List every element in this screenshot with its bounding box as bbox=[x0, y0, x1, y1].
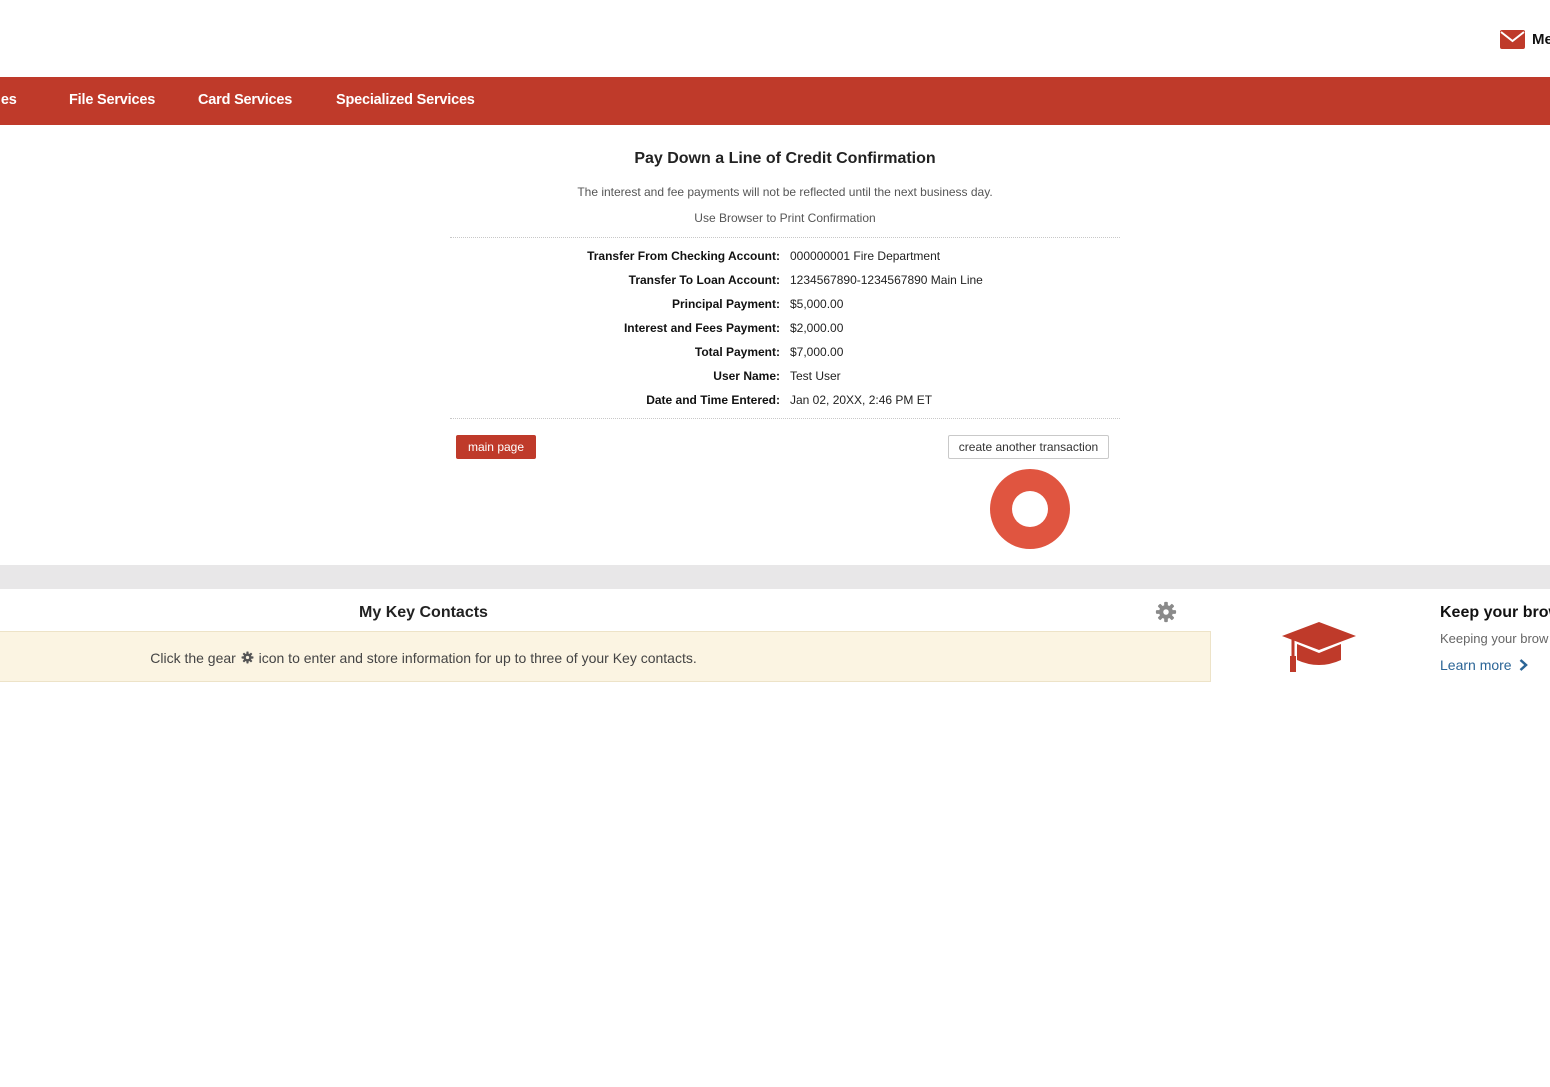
payment-notice: The interest and fee payments will not b… bbox=[577, 185, 993, 199]
nav-item-card-services[interactable]: Card Services bbox=[198, 92, 292, 108]
key-contacts-message: Click the gear icon to enter and store i… bbox=[0, 650, 847, 666]
messages-label: Me bbox=[1532, 31, 1550, 48]
detail-label: Total Payment: bbox=[694, 345, 780, 359]
gear-inline-icon bbox=[241, 651, 254, 664]
detail-value: 1234567890-1234567890 Main Line bbox=[790, 273, 983, 287]
main-navbar: les File Services Card Services Speciali… bbox=[0, 77, 1550, 125]
nav-item-partial[interactable]: les bbox=[0, 92, 17, 108]
key-contacts-notice: Click the gear icon to enter and store i… bbox=[0, 631, 1211, 682]
print-hint: Use Browser to Print Confirmation bbox=[694, 211, 876, 225]
detail-label: User Name: bbox=[713, 369, 780, 383]
key-contacts-title: My Key Contacts bbox=[359, 604, 488, 621]
page-title: Pay Down a Line of Credit Confirmation bbox=[634, 150, 936, 167]
detail-value: $7,000.00 bbox=[790, 345, 844, 359]
detail-label: Transfer To Loan Account: bbox=[628, 273, 780, 287]
section-separator bbox=[0, 565, 1550, 589]
detail-row-from-account: Transfer From Checking Account: 00000000… bbox=[450, 249, 1120, 269]
detail-row-to-account: Transfer To Loan Account: 1234567890-123… bbox=[450, 273, 1120, 293]
divider-top bbox=[450, 237, 1120, 238]
detail-row-principal: Principal Payment: $5,000.00 bbox=[450, 297, 1120, 317]
divider-bottom bbox=[450, 418, 1120, 419]
detail-value: $2,000.00 bbox=[790, 321, 844, 335]
detail-value: 000000001 Fire Department bbox=[790, 249, 941, 263]
create-another-transaction-button[interactable]: create another transaction bbox=[948, 435, 1109, 459]
messages-link[interactable]: Me bbox=[1500, 30, 1550, 49]
detail-value: Test User bbox=[790, 369, 841, 383]
learn-more-label: Learn more bbox=[1440, 657, 1512, 673]
chevron-right-icon bbox=[1520, 659, 1529, 671]
detail-value: Jan 02, 20XX, 2:46 PM ET bbox=[790, 393, 933, 407]
detail-value: $5,000.00 bbox=[790, 297, 844, 311]
detail-label: Interest and Fees Payment: bbox=[623, 321, 780, 335]
detail-row-total: Total Payment: $7,000.00 bbox=[450, 345, 1120, 365]
learn-more-link[interactable]: Learn more bbox=[1440, 657, 1529, 673]
nav-item-specialized-services[interactable]: Specialized Services bbox=[336, 92, 475, 108]
envelope-icon bbox=[1500, 30, 1525, 49]
promo-title: Keep your brow bbox=[1440, 604, 1550, 621]
detail-label: Transfer From Checking Account: bbox=[587, 249, 780, 263]
graduation-cap-icon bbox=[1282, 622, 1356, 672]
nav-item-file-services[interactable]: File Services bbox=[69, 92, 155, 108]
key-contacts-message-start: Click the gear bbox=[150, 650, 236, 666]
detail-label: Date and Time Entered: bbox=[646, 393, 780, 407]
click-indicator bbox=[990, 469, 1070, 549]
gear-icon[interactable] bbox=[1155, 601, 1177, 623]
main-page-button[interactable]: main page bbox=[456, 435, 536, 459]
detail-row-user-name: User Name: Test User bbox=[450, 369, 1120, 389]
detail-row-interest-fees: Interest and Fees Payment: $2,000.00 bbox=[450, 321, 1120, 341]
promo-text: Keeping your brow bbox=[1440, 631, 1549, 646]
detail-row-date-time: Date and Time Entered: Jan 02, 20XX, 2:4… bbox=[450, 393, 1120, 413]
key-contacts-message-end: icon to enter and store information for … bbox=[258, 650, 697, 666]
detail-label: Principal Payment: bbox=[671, 297, 780, 311]
